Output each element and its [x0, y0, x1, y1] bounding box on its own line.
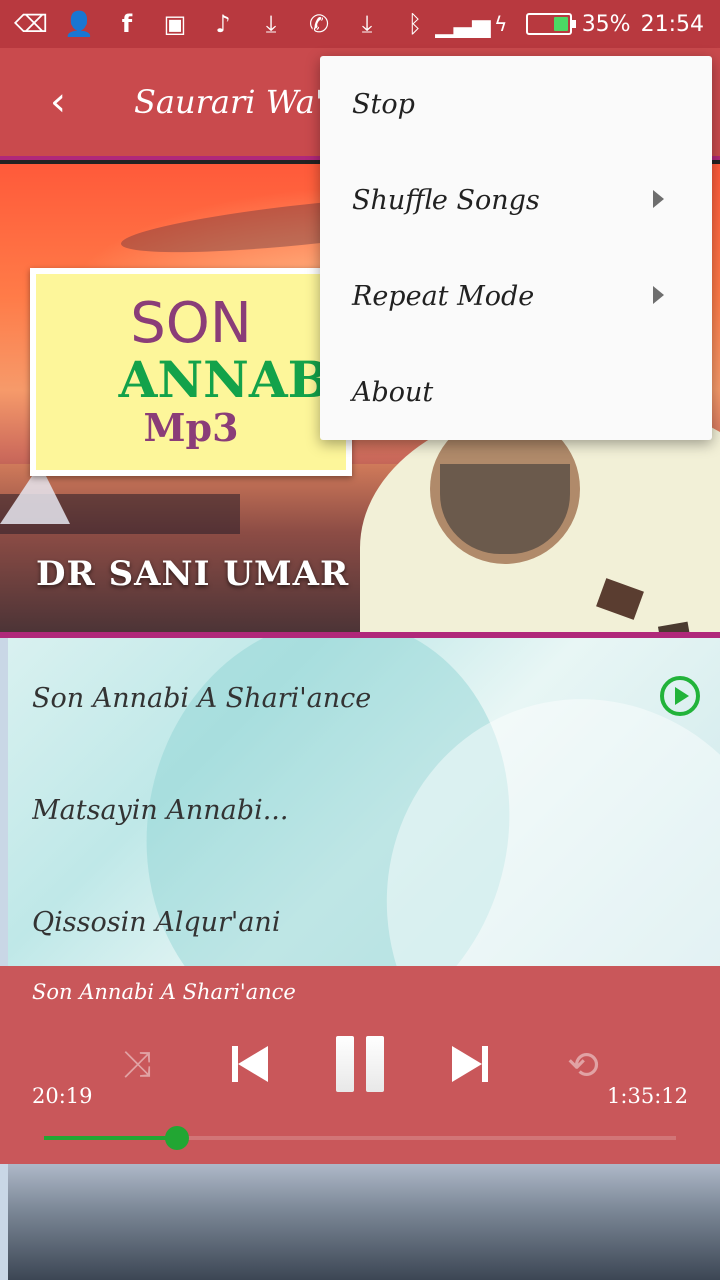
- shuffle-icon: ⤨: [122, 1044, 152, 1085]
- album-subtitle: ANNABI: [118, 349, 352, 409]
- menu-item-repeat-mode[interactable]: Repeat Mode: [320, 248, 712, 344]
- seek-bar[interactable]: [44, 1126, 676, 1150]
- music-note-icon: ♪: [215, 10, 231, 38]
- list-item[interactable]: Qissosin Alqur'ani: [32, 892, 712, 952]
- charging-icon: ϟ: [494, 12, 508, 36]
- seek-thumb[interactable]: [164, 1126, 189, 1150]
- pause-button[interactable]: [330, 1032, 390, 1096]
- menu-item-stop[interactable]: Stop: [320, 56, 712, 152]
- overflow-menu: Stop Shuffle Songs Repeat Mode About: [320, 56, 712, 440]
- album-author: DR SANI UMAR: [36, 554, 350, 594]
- repeat-icon: ⟲: [567, 1043, 599, 1087]
- total-time: 1:35:12: [607, 1084, 688, 1108]
- submenu-arrow-icon: [653, 190, 664, 208]
- seek-progress: [44, 1136, 177, 1140]
- status-right: ϟ 35% 21:54: [486, 9, 704, 39]
- clock: 21:54: [640, 11, 704, 37]
- current-time: 20:19: [32, 1084, 93, 1108]
- pause-icon: [336, 1036, 354, 1092]
- facebook-icon: f: [121, 10, 133, 38]
- signal-icon: ▁▃▅: [435, 10, 491, 38]
- battery-icon: [525, 13, 576, 35]
- download-icon: ⤓: [361, 10, 373, 38]
- menu-item-shuffle-songs[interactable]: Shuffle Songs: [320, 152, 712, 248]
- now-playing-title: Son Annabi A Shari'ance: [32, 980, 296, 1004]
- add-contact-icon: 👤: [64, 10, 94, 38]
- download-icon: ⤓: [265, 10, 277, 38]
- repeat-button[interactable]: ⟲: [558, 1040, 608, 1090]
- list-item[interactable]: Matsayin Annabi...: [32, 780, 712, 840]
- menu-item-label: Repeat Mode: [352, 280, 535, 312]
- status-bar: ⌫ 👤 f ▣ ♪ ⤓ ✆ ⤓ ᛒ ▁▃▅ ϟ 35% 21:54: [0, 0, 720, 48]
- background-strip: [0, 1164, 720, 1280]
- battery-level: [554, 17, 568, 31]
- back-button[interactable]: ‹: [36, 79, 80, 125]
- menu-item-label: About: [352, 376, 434, 408]
- album-title: SON: [130, 290, 252, 356]
- song-title: Son Annabi A Shari'ance: [32, 682, 372, 714]
- skip-next-icon: [482, 1046, 488, 1082]
- battery-percent: 35%: [581, 11, 631, 37]
- playing-indicator-icon[interactable]: [660, 676, 700, 716]
- back-key-icon: ⌫: [14, 10, 48, 38]
- song-list: Son Annabi A Shari'ance Matsayin Annabi.…: [0, 638, 720, 968]
- skip-previous-icon: [238, 1046, 268, 1082]
- menu-item-label: Shuffle Songs: [352, 184, 540, 216]
- image-icon: ▣: [163, 10, 187, 38]
- list-item[interactable]: Son Annabi A Shari'ance: [32, 668, 712, 728]
- skip-next-icon: [452, 1046, 482, 1082]
- player-panel: Son Annabi A Shari'ance ⤨ ⟲ 20:19 1:35:1…: [0, 966, 720, 1164]
- next-button[interactable]: [442, 1036, 498, 1092]
- song-title: Qissosin Alqur'ani: [32, 906, 281, 938]
- shuffle-button[interactable]: ⤨: [112, 1040, 162, 1090]
- album-format: Mp3: [143, 404, 239, 450]
- bluetooth-icon: ᛒ: [407, 10, 423, 38]
- chevron-left-icon: ‹: [50, 79, 66, 125]
- previous-button[interactable]: [222, 1036, 278, 1092]
- submenu-arrow-icon: [653, 286, 664, 304]
- page-title: Saurari Wa': [134, 83, 324, 121]
- song-title: Matsayin Annabi...: [32, 794, 289, 826]
- menu-item-label: Stop: [352, 88, 415, 120]
- album-label-card: SON ANNABI Mp3: [30, 268, 352, 476]
- whatsapp-icon: ✆: [308, 10, 330, 38]
- menu-item-about[interactable]: About: [320, 344, 712, 440]
- notification-icons: ⌫ 👤 f ▣ ♪ ⤓ ✆ ⤓ ᛒ ▁▃▅: [14, 9, 491, 39]
- pause-icon: [366, 1036, 384, 1092]
